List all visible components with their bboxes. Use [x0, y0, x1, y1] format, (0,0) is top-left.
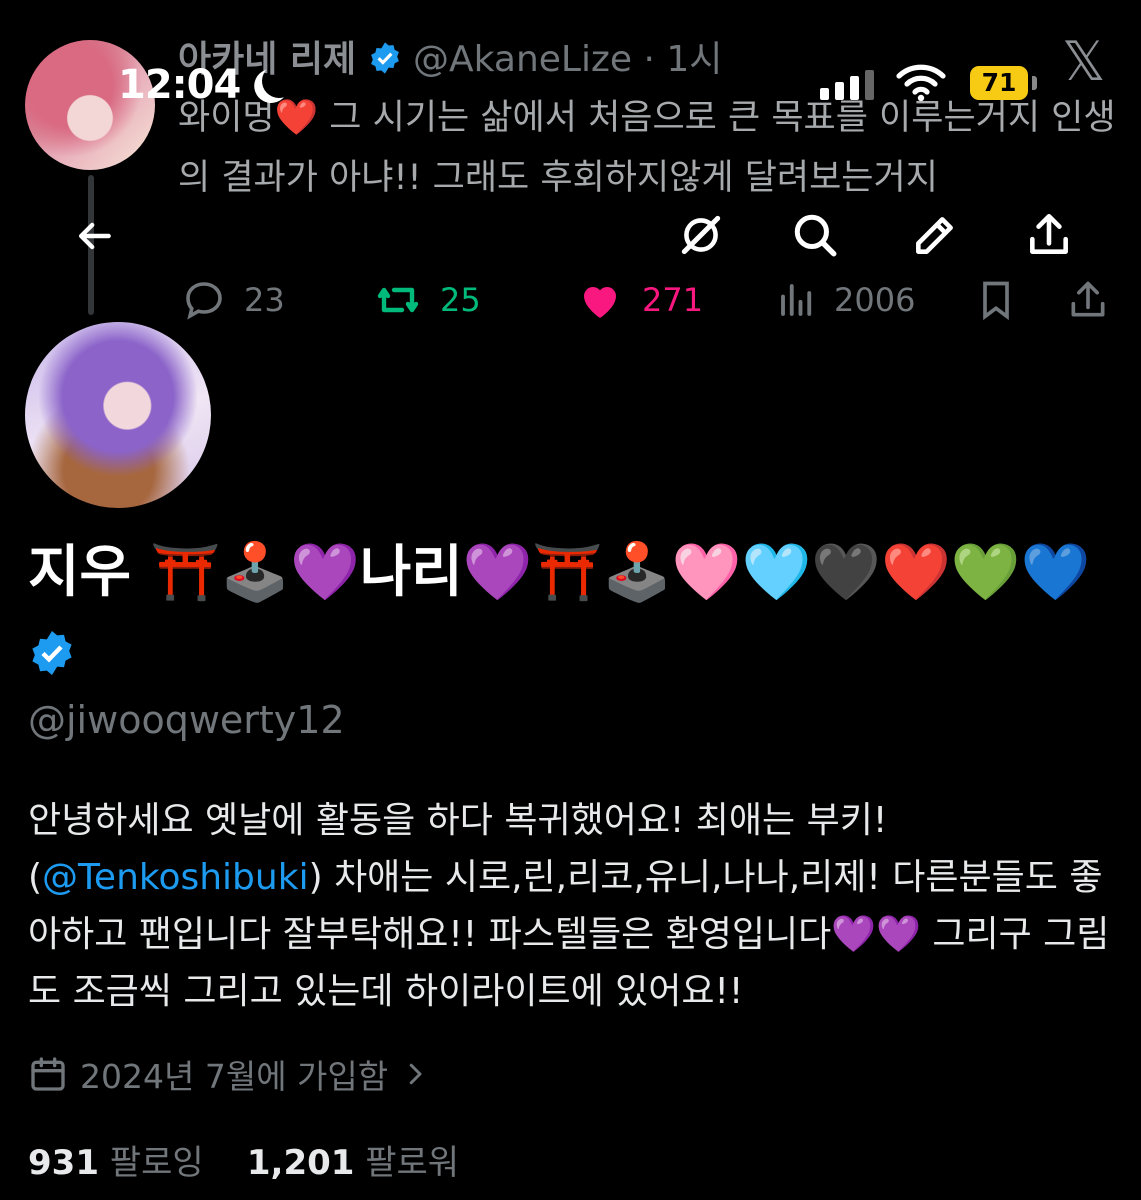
bookmark-icon [983, 281, 1009, 321]
reply-icon [186, 282, 222, 320]
battery-indicator: 71 [970, 66, 1028, 100]
like-count: 271 [642, 281, 704, 319]
battery-cap [1032, 76, 1037, 90]
following-label: 팔로잉 [109, 1143, 204, 1183]
retweet-count: 25 [440, 281, 481, 319]
grok-icon[interactable] [676, 210, 726, 260]
search-icon[interactable] [790, 210, 840, 260]
profile-avatar[interactable] [25, 322, 211, 508]
profile-bio: 안녕하세요 옛날에 활동을 하다 복귀했어요! 최애는 부키! (@Tenkos… [28, 792, 1118, 1020]
profile-handle: @jiwooqwerty12 [28, 698, 345, 742]
like-button[interactable]: 271 [574, 276, 703, 324]
calendar-icon [31, 1057, 65, 1091]
followers-count: 1,201 [246, 1143, 355, 1183]
following-link[interactable]: 931 팔로잉 [28, 1143, 204, 1183]
joined-date[interactable]: 2024년 7월에 가입함 [28, 1050, 430, 1098]
follow-stats: 931 팔로잉 1,201 팔로워 [28, 1135, 459, 1184]
quoted-tweet-time: 1시 [666, 39, 723, 80]
views-button[interactable]: 2006 [776, 276, 915, 324]
share-button[interactable] [1066, 276, 1110, 324]
back-arrow-icon[interactable] [72, 214, 116, 258]
heart-icon [584, 287, 616, 318]
views-count: 2006 [834, 281, 916, 319]
profile-display-name: 지우 ⛩️🕹️💜나리💜⛩️🕹️🩷🩵🖤❤️💚💙 [28, 532, 1118, 700]
edit-pencil-icon[interactable] [910, 210, 960, 260]
display-name-text: 지우 ⛩️🕹️💜나리💜⛩️🕹️🩷🩵🖤❤️💚💙 [28, 540, 1091, 605]
analytics-icon [781, 284, 812, 316]
wifi-icon [896, 64, 946, 102]
followers-label: 팔로워 [365, 1143, 460, 1183]
share-profile-icon[interactable] [1024, 210, 1074, 260]
reply-count: 23 [244, 281, 285, 319]
x-logo-icon: 𝕏 [1062, 30, 1106, 93]
chevron-right-icon [409, 1063, 422, 1085]
cellular-signal-icon [820, 70, 874, 100]
retweet-icon [377, 287, 419, 313]
status-time: 12:04 [118, 62, 241, 108]
retweet-button[interactable]: 25 [372, 276, 481, 324]
followers-link[interactable]: 1,201 팔로워 [247, 1143, 459, 1183]
profile-verified-badge-icon[interactable] [28, 618, 76, 700]
quoted-tweet-header: 아카네 리제 @AkaneLize · 1시 [178, 30, 722, 84]
separator-dot: · [643, 39, 655, 80]
quoted-tweet-handle[interactable]: @AkaneLize [413, 39, 632, 80]
reply-button[interactable]: 23 [180, 276, 285, 324]
joined-text: 2024년 7월에 가입함 [80, 1057, 389, 1096]
bookmark-button[interactable] [974, 276, 1018, 324]
verified-badge-icon [368, 41, 402, 84]
following-count: 931 [28, 1143, 99, 1183]
quoted-tweet-text: 와이멍❤️ 그 시기는 삶에서 처음으로 큰 목표를 이루는거지 인생의 결과가… [178, 98, 1116, 198]
share-icon [1071, 281, 1105, 317]
bio-mention-link[interactable]: @Tenkoshibuki [42, 857, 309, 898]
